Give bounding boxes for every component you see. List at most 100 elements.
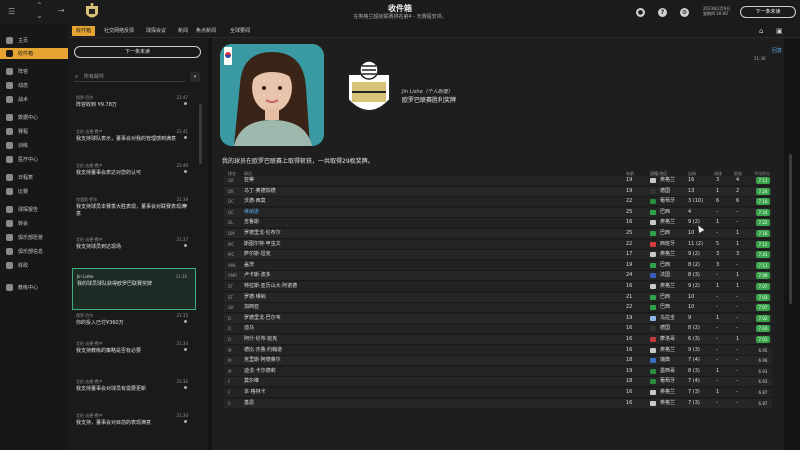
sidebar-item[interactable]: 球探报告 — [0, 204, 68, 215]
age-cell: 16 — [626, 219, 633, 226]
player-name-link[interactable]: 莫尔维 — [244, 377, 259, 386]
sidebar-item[interactable]: 俱乐部信息 — [0, 246, 68, 257]
table-row[interactable]: ST 特拉斯·亚历山大·阿诺德 16 英格兰 9 (2) 1 1 7.07 — [224, 282, 772, 292]
nation-flag-icon — [650, 315, 656, 321]
table-row[interactable]: AML 盖茨 19 巴西 8 (2) 3 - 7.11 — [224, 260, 772, 271]
list-scrollbar[interactable] — [199, 104, 202, 164]
table-row[interactable]: D 罗德里戈·巴尔韦 19 乌拉圭 9 1 - 7.02 — [224, 313, 772, 324]
filter-button[interactable]: ▾ — [190, 72, 200, 82]
table-row[interactable]: DL 吉鲁斯 16 英格兰 9 (2) 1-7.22 — [224, 218, 772, 229]
list-item[interactable]: 艾伦·达德·费卢 我支持教练的策略是否有必要 21:34 — [72, 336, 196, 378]
player-name-link[interactable]: 斯图尔特·甲虫文 — [244, 240, 281, 249]
inbox-list: 下一条未读 ⌕ 所有邮件 ▾ 保罗·巴尔 阵容收到 ¥9.78万 21:47 艾伦·达… — [68, 38, 208, 450]
sidebar-item[interactable]: 教练中心 — [0, 282, 68, 293]
list-item[interactable]: Jin Lishe 我的球员球队获得欧罗巴联赛奖牌 21:36 — [72, 268, 196, 310]
next-unread-button[interactable]: 下一条未读 — [74, 46, 201, 58]
tab-focus-news[interactable]: 焦点新闻 — [192, 26, 220, 36]
table-row[interactable]: ST 罗德·维纳 21 巴西 10 - - 7.03 — [224, 292, 772, 303]
nation-cell: 德国 — [660, 187, 671, 194]
sidebar-item[interactable]: 赛程 — [0, 126, 68, 137]
table-row[interactable]: GK 加西亚 22 巴西 10 - - 7.07 — [224, 303, 772, 314]
table-row[interactable]: MC 斯图尔特·甲虫文 22 西班牙 11 (2) 5 1 7.12 — [224, 239, 772, 250]
search-input[interactable]: ⌕ 所有邮件 — [74, 72, 186, 82]
player-name-link[interactable]: 亚蒂 — [244, 176, 254, 185]
tab-inbox[interactable]: 收件箱 — [72, 26, 96, 36]
player-name-link[interactable]: 特拉斯·亚历山大·阿诺德 — [244, 282, 297, 291]
list-item[interactable]: 艾伦·达德·费卢 我支持，董事会对目前的表现满意 21:30 — [72, 408, 196, 450]
player-name-link[interactable]: 基恩 — [244, 399, 254, 408]
player-name-link[interactable]: 阿什·伦布·班克 — [244, 335, 277, 344]
panel-scrollbar[interactable] — [786, 38, 796, 450]
tab-social[interactable]: 社交网络反馈 — [100, 26, 138, 36]
player-name-link[interactable]: 克里斯·阿德莱尔 — [244, 356, 281, 365]
table-row[interactable]: DM 罗德里戈·伦布尔 25 巴西 10 - 1 7.16 — [224, 229, 772, 239]
player-name-link[interactable]: 维纳逊 — [244, 208, 259, 217]
age-cell: 17 — [626, 251, 633, 258]
sidebar-item[interactable]: 动态 — [0, 80, 68, 91]
table-row[interactable]: GK 亚蒂 19 英格兰 16 3 4 7.11 — [224, 176, 772, 186]
player-name-link[interactable]: 马丁·奥德加德 — [244, 187, 276, 196]
sidebar-item[interactable]: 收件箱 — [0, 48, 68, 59]
sidebar-item[interactable]: 比赛 — [0, 186, 68, 197]
apps-cell: 11 (2) — [688, 240, 704, 247]
sidebar-item[interactable]: 转会 — [0, 218, 68, 229]
player-name-link[interactable]: 德比·杰鲁·约翰逊 — [244, 346, 282, 355]
player-name-link[interactable]: 沃德·西莫 — [244, 197, 266, 206]
message-sender: 艾伦·达德·费卢 — [76, 129, 103, 134]
sidebar-item[interactable]: 俱乐部愿景 — [0, 232, 68, 243]
sidebar-item[interactable]: 数据中心 — [0, 112, 68, 123]
table-row[interactable]: DC 维纳逊 25 巴西 4 - - 7.24 — [224, 207, 772, 218]
player-name-link[interactable]: 萨尔斯·坦克 — [244, 250, 271, 259]
player-name-link[interactable]: 罗德里戈·巴尔韦 — [244, 314, 281, 323]
tab-scouting[interactable]: 球探会议 — [142, 26, 170, 36]
player-name-link[interactable]: 罗德里戈·伦布尔 — [244, 229, 281, 238]
age-cell: 16 — [626, 325, 633, 332]
sidebar-item[interactable]: 日程表 — [0, 172, 68, 183]
assists-cell: 2 — [736, 187, 740, 194]
player-name-link[interactable]: 本·格林卡 — [244, 388, 266, 397]
continue-button[interactable]: 下一条未读 — [740, 6, 796, 18]
scrollbar-thumb[interactable] — [789, 154, 792, 304]
rating-badge: 6.87 — [758, 390, 768, 395]
camera-icon[interactable]: ▣ — [776, 27, 784, 35]
table-row[interactable]: S 基恩 16 英格兰 7 (3) - - 6.87 — [224, 398, 772, 409]
sidebar-item[interactable]: 训练 — [0, 140, 68, 151]
table-row[interactable]: MC 萨尔斯·坦克 17 英格兰 9 (2) 3 3 7.41 — [224, 250, 772, 261]
table-row[interactable]: DC 沃德·西莫 22 葡萄牙 3 (10) 6 6 7.10 — [224, 197, 772, 208]
assists-cell: 1 — [736, 336, 740, 342]
table-row[interactable]: M 德比·杰鲁·约翰逊 16 英格兰 9 (3) - - 6.95 — [224, 345, 772, 356]
table-row[interactable]: AMR 卢卡斯·波多 24 法国 8 (3) - 1 7.09 — [224, 271, 772, 282]
nation-flag-icon — [650, 368, 656, 374]
player-name-link[interactable]: 迪戈·卡尔德莉 — [244, 367, 276, 376]
tab-world-news[interactable]: 全球要闻 — [226, 26, 254, 36]
tab-news[interactable]: 新闻 — [174, 26, 192, 36]
help-icon[interactable]: ? — [658, 8, 667, 17]
sidebar-item[interactable]: 阵容 — [0, 66, 68, 77]
table-row[interactable]: D 迪马 16 德国 8 (2) - - 7.03 — [224, 324, 772, 335]
table-row[interactable]: DR 马丁·奥德加德 19 德国 13 1 2 7.24 — [224, 186, 772, 197]
table-row[interactable]: F 莫尔维 18 葡萄牙 7 (4) - - 6.93 — [224, 377, 772, 388]
apps-cell: 8 (2) — [688, 325, 700, 332]
player-name-link[interactable]: 盖茨 — [244, 261, 254, 270]
table-row[interactable]: D 阿什·伦布·班克 16 摩洛哥 6 (3) - 1 7.01 — [224, 335, 772, 345]
reply-link[interactable]: 回复 — [772, 47, 782, 54]
sidebar-item[interactable]: 战术 — [0, 94, 68, 105]
player-name-link[interactable]: 罗德·维纳 — [244, 293, 266, 302]
assists-cell: - — [736, 378, 738, 385]
age-cell: 19 — [626, 367, 633, 374]
list-item[interactable]: 克里斯·罗尔 我支持球员本赛季大胜表现，董事会对联赛表现满意 21:39 — [72, 192, 196, 234]
sidebar-item[interactable]: 财政 — [0, 260, 68, 271]
table-row[interactable]: F 本·格林卡 16 英格兰 7 (3) 1 - 6.87 — [224, 388, 772, 398]
player-name-link[interactable]: 吉鲁斯 — [244, 218, 259, 227]
table-row[interactable]: M 迪戈·卡尔德莉 19 墨西哥 8 (3) 1 - 6.93 — [224, 366, 772, 377]
settings-icon[interactable]: ⚙ — [680, 8, 689, 17]
player-name-link[interactable]: 迪马 — [244, 324, 254, 333]
notification-icon[interactable]: ● — [636, 8, 645, 17]
player-name-link[interactable]: 卢卡斯·波多 — [244, 271, 271, 280]
table-row[interactable]: M 克里斯·阿德莱尔 18 瑞典 7 (4) - - 6.96 — [224, 356, 772, 367]
cart-icon[interactable]: ⌂ — [759, 27, 767, 35]
sidebar-item[interactable]: 医疗中心 — [0, 154, 68, 165]
sidebar-item[interactable]: 主页 — [0, 35, 68, 46]
player-name-link[interactable]: 加西亚 — [244, 303, 259, 312]
age-cell: 19 — [626, 314, 633, 321]
